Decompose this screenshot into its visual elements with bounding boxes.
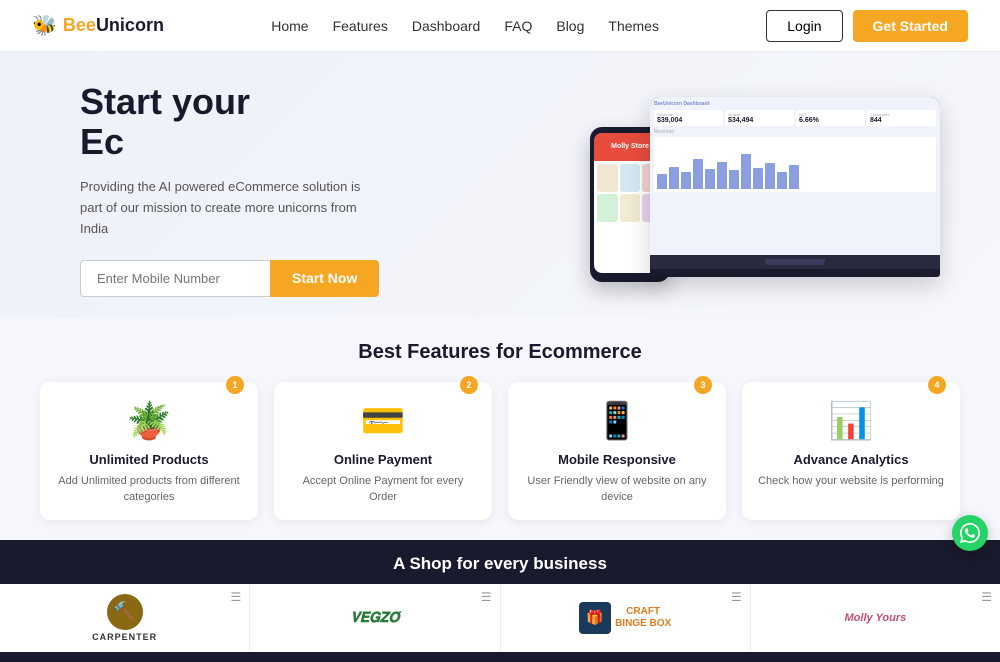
carpenter-label: CARPENTER	[92, 632, 157, 642]
bar	[741, 154, 751, 188]
logo[interactable]: 🐝 BeeUnicorn	[32, 13, 164, 38]
craft-logo-box: 🎁	[579, 602, 611, 634]
feature-card-online-payment: 2 💳 Online Payment Accept Online Payment…	[274, 382, 492, 520]
features-title: Best Features for Ecommerce	[40, 341, 960, 364]
stat-nvt: NVT 6.66%	[796, 110, 865, 126]
feature-desc-3: User Friendly view of website on any dev…	[524, 473, 710, 506]
bar	[777, 172, 787, 189]
bar	[669, 167, 679, 189]
nav-buttons: Login Get Started	[766, 10, 968, 42]
bar	[681, 172, 691, 189]
hero-text: Start your Ec Providing the AI powered e…	[80, 82, 379, 297]
features-grid: 1 🪴 Unlimited Products Add Unlimited pro…	[40, 382, 960, 520]
feature-card-mobile-responsive: 3 📱 Mobile Responsive User Friendly view…	[508, 382, 726, 520]
feature-name-4: Advance Analytics	[793, 452, 908, 467]
shop-card-molly[interactable]: ☰ Molly Yours	[751, 584, 1000, 652]
bar	[729, 170, 739, 189]
product-thumb	[620, 194, 641, 222]
nav-faq[interactable]: FAQ	[504, 18, 532, 34]
shop-title: A Shop for every business	[0, 554, 1000, 574]
get-started-button[interactable]: Get Started	[853, 10, 968, 42]
shop-menu-icon[interactable]: ☰	[731, 590, 742, 604]
feature-name-3: Mobile Responsive	[558, 452, 676, 467]
hero-section: Start your Ec Providing the AI powered e…	[0, 52, 1000, 317]
shop-cards: ☰ 🔨 CARPENTER ☰ 𝐕𝐄𝐆𝐙𝐎́ ☰ 🎁 CRAFTBINGE BO…	[0, 584, 1000, 652]
products-icon: 🪴	[127, 400, 172, 442]
feature-desc-2: Accept Online Payment for every Order	[290, 473, 476, 506]
laptop-screen: BeeUnicorn Dashboard Revenue $39,004 Ord…	[650, 97, 940, 255]
laptop-mockup: BeeUnicorn Dashboard Revenue $39,004 Ord…	[650, 97, 940, 277]
nav-blog[interactable]: Blog	[556, 18, 584, 34]
vegzo-label: 𝐕𝐄𝐆𝐙𝐎́	[350, 609, 399, 626]
product-thumb	[620, 164, 641, 192]
nav-links: Home Features Dashboard FAQ Blog Themes	[271, 18, 659, 34]
shop-menu-icon[interactable]: ☰	[981, 590, 992, 604]
nav-themes[interactable]: Themes	[608, 18, 659, 34]
craft-label: CRAFTBINGE BOX	[615, 606, 671, 630]
navbar: 🐝 BeeUnicorn Home Features Dashboard FAQ…	[0, 0, 1000, 52]
dashboard-chart	[654, 137, 936, 192]
bar	[705, 169, 715, 189]
laptop-notch	[765, 259, 825, 265]
shop-card-carpenter[interactable]: ☰ 🔨 CARPENTER	[0, 584, 250, 652]
bar	[693, 159, 703, 188]
hero-devices: Molly Store BeeUnicorn Dashboard	[580, 97, 940, 282]
nav-home[interactable]: Home	[271, 18, 308, 34]
shop-menu-icon[interactable]: ☰	[481, 590, 492, 604]
carpenter-logo-circle: 🔨	[107, 594, 143, 630]
whatsapp-chat-button[interactable]	[952, 515, 988, 551]
dashboard-preview: BeeUnicorn Dashboard Revenue $39,004 Ord…	[650, 97, 940, 255]
payment-icon: 💳	[361, 400, 406, 442]
logo-text: BeeUnicorn	[63, 15, 164, 36]
hero-subtitle: Providing the AI powered eCommerce solut…	[80, 177, 370, 239]
bar	[753, 168, 763, 189]
feature-desc-1: Add Unlimited products from different ca…	[56, 473, 242, 506]
mobile-number-input[interactable]	[80, 260, 270, 297]
bar	[717, 162, 727, 189]
bar	[657, 174, 667, 189]
bar	[765, 163, 775, 188]
feature-name-1: Unlimited Products	[89, 452, 208, 467]
product-thumb	[597, 194, 618, 222]
nav-features[interactable]: Features	[333, 18, 388, 34]
molly-label: Molly Yours	[845, 612, 907, 624]
shop-section: A Shop for every business ☰ 🔨 CARPENTER …	[0, 540, 1000, 662]
nav-dashboard[interactable]: Dashboard	[412, 18, 481, 34]
feature-desc-4: Check how your website is performing	[758, 473, 944, 490]
hero-cta-row: Start Now	[80, 260, 379, 297]
laptop-base	[650, 255, 940, 269]
feature-badge-2: 2	[460, 376, 478, 394]
mobile-icon: 📱	[595, 400, 640, 442]
feature-badge-4: 4	[928, 376, 946, 394]
feature-badge-3: 3	[694, 376, 712, 394]
shop-card-vegzo[interactable]: ☰ 𝐕𝐄𝐆𝐙𝐎́	[250, 584, 500, 652]
bar	[789, 165, 799, 189]
start-now-button[interactable]: Start Now	[270, 260, 379, 297]
features-section: Best Features for Ecommerce 1 🪴 Unlimite…	[0, 317, 1000, 540]
feature-name-2: Online Payment	[334, 452, 432, 467]
stat-revenue: Revenue $39,004	[654, 110, 723, 126]
product-thumb	[597, 164, 618, 192]
feature-badge-1: 1	[226, 376, 244, 394]
stat-orders: Orders $34,494	[725, 110, 794, 126]
feature-card-advance-analytics: 4 📊 Advance Analytics Check how your web…	[742, 382, 960, 520]
analytics-icon: 📊	[829, 400, 874, 442]
feature-card-unlimited-products: 1 🪴 Unlimited Products Add Unlimited pro…	[40, 382, 258, 520]
stat-customers: Customers 844	[867, 110, 936, 126]
shop-menu-icon[interactable]: ☰	[230, 590, 241, 604]
shop-card-craft[interactable]: ☰ 🎁 CRAFTBINGE BOX	[501, 584, 751, 652]
dashboard-stats-row: Revenue $39,004 Orders $34,494 NVT 6.66%	[654, 110, 936, 126]
login-button[interactable]: Login	[766, 10, 842, 42]
bee-icon: 🐝	[32, 13, 57, 38]
hero-title: Start your Ec	[80, 82, 379, 161]
